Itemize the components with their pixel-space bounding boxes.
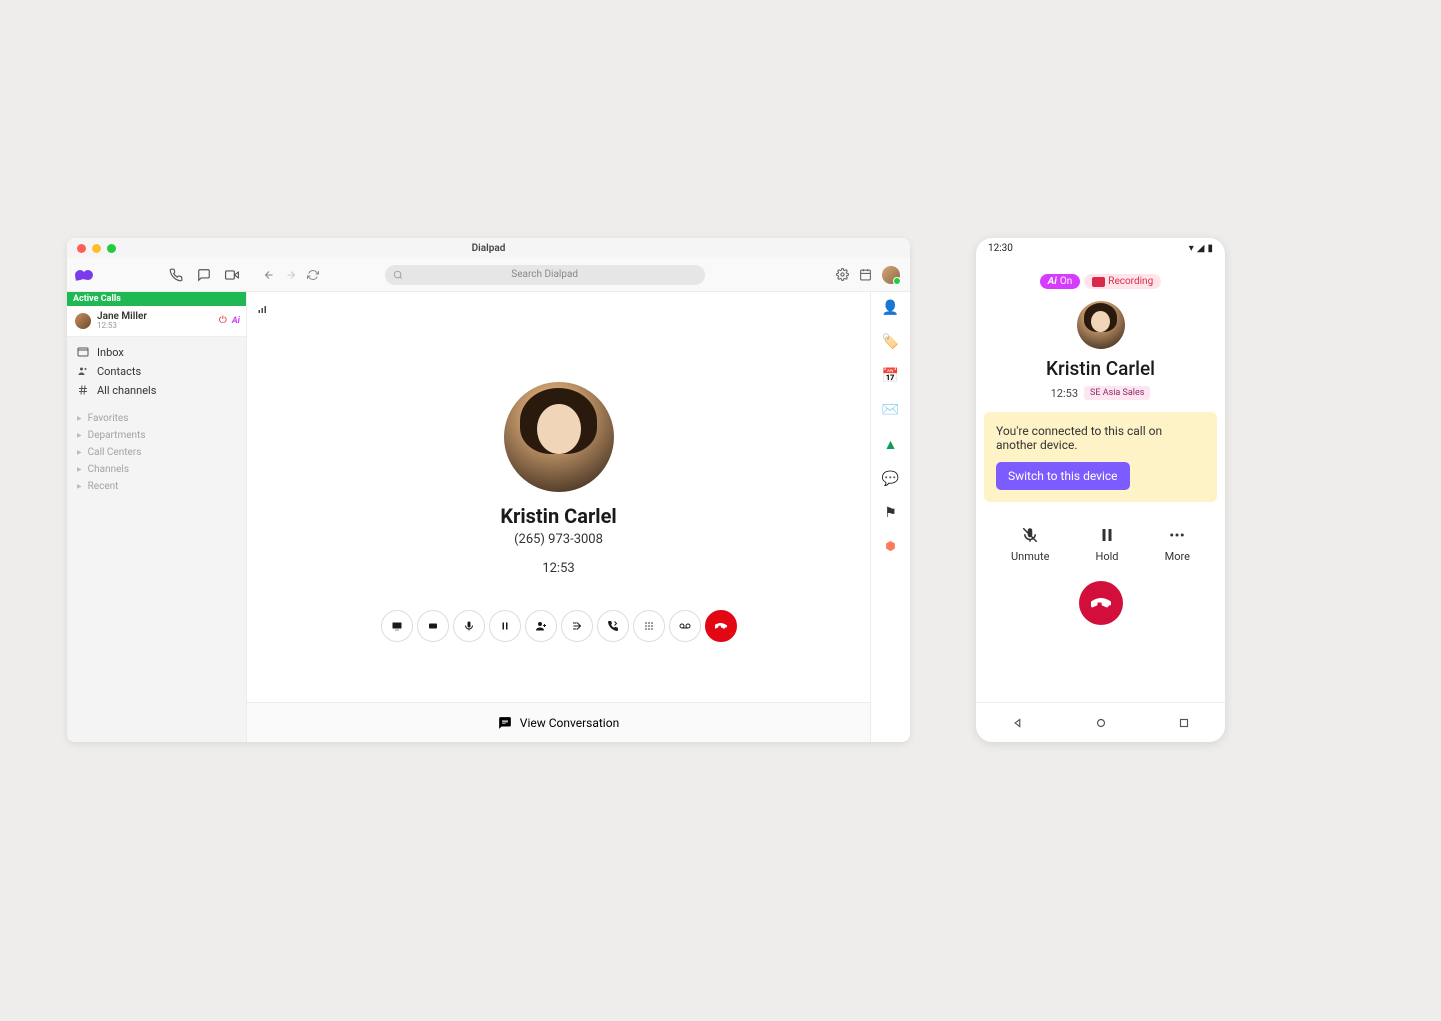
chat-app-icon[interactable]: 💬 <box>882 471 899 487</box>
hangup-icon <box>1091 593 1111 613</box>
zendesk-app-icon[interactable]: ⚑ <box>884 505 897 521</box>
android-navbar <box>976 702 1225 742</box>
mobile-hangup-button[interactable] <box>1079 581 1123 625</box>
nav-home-icon[interactable] <box>1094 716 1108 730</box>
battery-icon: ▮ <box>1207 243 1213 254</box>
department-tag: SE Asia Sales <box>1084 386 1150 400</box>
gdrive-app-icon[interactable]: ▲ <box>884 436 898 453</box>
phone-icon[interactable] <box>169 268 183 282</box>
sidebar-section-channels[interactable]: Channels <box>67 461 246 478</box>
hangup-mini-icon[interactable]: ⏻ <box>219 315 227 326</box>
contacts-icon <box>77 365 89 377</box>
ai-badge[interactable]: On <box>1040 274 1081 289</box>
hubspot-app-icon[interactable]: ⬢ <box>885 539 895 553</box>
sidebar-item-contacts[interactable]: Contacts <box>67 362 246 381</box>
sidebar-item-label: All channels <box>97 384 156 397</box>
call-duration: 12:53 <box>97 322 147 331</box>
back-icon[interactable] <box>263 269 275 281</box>
person-app-icon[interactable]: 👤 <box>882 300 899 316</box>
desktop-window: Dialpad Search Dialpad Active <box>67 238 910 742</box>
more-button[interactable]: More <box>1165 526 1190 563</box>
hold-button[interactable]: Hold <box>1096 526 1119 563</box>
more-label: More <box>1165 550 1190 563</box>
sidebar-item-label: Contacts <box>97 365 141 378</box>
gear-icon[interactable] <box>836 268 849 281</box>
forward-icon[interactable] <box>285 269 297 281</box>
hangup-button[interactable] <box>705 610 737 642</box>
wifi-icon: ▾ <box>1189 243 1194 254</box>
record-button[interactable] <box>417 610 449 642</box>
nav-arrows <box>263 269 319 281</box>
mic-button[interactable] <box>453 610 485 642</box>
add-to-call-button[interactable] <box>561 610 593 642</box>
active-call-item[interactable]: Jane Miller 12:53 ⏻ Ai <box>67 306 246 337</box>
mobile-device: 12:30 ▾ ◢ ▮ On Recording Kristin Carlel … <box>976 238 1225 742</box>
mic-off-icon <box>1021 526 1039 544</box>
voicemail-button[interactable] <box>669 610 701 642</box>
mobile-contact-avatar-icon <box>1077 301 1125 349</box>
sidebar: Active Calls Jane Miller 12:53 ⏻ Ai Inbo… <box>67 292 247 742</box>
recording-badge[interactable]: Recording <box>1084 274 1161 289</box>
footer-label: View Conversation <box>520 716 619 730</box>
window-title: Dialpad <box>67 243 910 254</box>
caller-avatar-icon <box>75 313 91 329</box>
sidebar-item-inbox[interactable]: Inbox <box>67 343 246 362</box>
app-logo-icon[interactable] <box>75 268 95 282</box>
chat-icon[interactable] <box>197 268 211 282</box>
contact-avatar-icon <box>504 382 614 492</box>
unmute-button[interactable]: Unmute <box>1011 526 1049 563</box>
signal-icon: ◢ <box>1197 243 1205 254</box>
integrations-rail: 👤 🏷️ 📅 ✉️ ▲ 💬 ⚑ ⬢ <box>870 292 910 742</box>
more-icon <box>1168 526 1186 544</box>
signal-icon[interactable] <box>257 303 269 315</box>
view-conversation-button[interactable]: View Conversation <box>247 702 870 742</box>
sidebar-section-call-centers[interactable]: Call Centers <box>67 444 246 461</box>
search-placeholder: Search Dialpad <box>511 269 578 280</box>
switch-device-button[interactable]: Switch to this device <box>996 462 1130 490</box>
main-call-panel: Kristin Carlel (265) 973-3008 12:53 <box>247 292 870 742</box>
nav-back-icon[interactable] <box>1011 716 1025 730</box>
tag-app-icon[interactable]: 🏷️ <box>882 334 899 350</box>
hold-label: Hold <box>1096 550 1119 563</box>
screenshare-button[interactable] <box>381 610 413 642</box>
refresh-icon[interactable] <box>307 269 319 281</box>
add-person-button[interactable] <box>525 610 557 642</box>
device-notice: You're connected to this call on another… <box>984 412 1217 502</box>
search-icon <box>393 270 403 280</box>
sidebar-section-favorites[interactable]: Favorites <box>67 410 246 427</box>
mobile-contact-name: Kristin Carlel <box>976 357 1225 380</box>
gcal-app-icon[interactable]: 📅 <box>882 368 899 384</box>
call-controls <box>381 610 737 642</box>
pause-button[interactable] <box>489 610 521 642</box>
contact-name: Kristin Carlel <box>500 504 616 528</box>
sidebar-item-channels[interactable]: All channels <box>67 381 246 400</box>
chat-filled-icon <box>498 716 512 730</box>
mobile-status-bar: 12:30 ▾ ◢ ▮ <box>976 238 1225 258</box>
mobile-call-timer: 12:53 <box>1051 387 1078 400</box>
transfer-button[interactable] <box>597 610 629 642</box>
contact-phone: (265) 973-3008 <box>514 532 603 547</box>
video-icon[interactable] <box>225 268 239 282</box>
call-timer: 12:53 <box>542 561 574 576</box>
user-avatar-icon[interactable] <box>882 266 900 284</box>
inbox-icon <box>77 346 89 358</box>
hash-icon <box>77 384 89 396</box>
nav-recent-icon[interactable] <box>1177 716 1191 730</box>
app-toolbar: Search Dialpad <box>67 258 910 292</box>
dialpad-button[interactable] <box>633 610 665 642</box>
unmute-label: Unmute <box>1011 550 1049 563</box>
sidebar-section-recent[interactable]: Recent <box>67 478 246 495</box>
ai-icon[interactable]: Ai <box>232 316 240 326</box>
notice-text: You're connected to this call on another… <box>996 424 1205 452</box>
calendar-icon[interactable] <box>859 268 872 281</box>
pause-icon <box>1098 526 1116 544</box>
search-input[interactable]: Search Dialpad <box>385 265 705 285</box>
status-time: 12:30 <box>988 243 1013 254</box>
sidebar-section-departments[interactable]: Departments <box>67 427 246 444</box>
window-titlebar: Dialpad <box>67 238 910 258</box>
sidebar-item-label: Inbox <box>97 346 124 359</box>
gmail-app-icon[interactable]: ✉️ <box>882 402 899 418</box>
active-calls-header: Active Calls <box>67 292 246 306</box>
